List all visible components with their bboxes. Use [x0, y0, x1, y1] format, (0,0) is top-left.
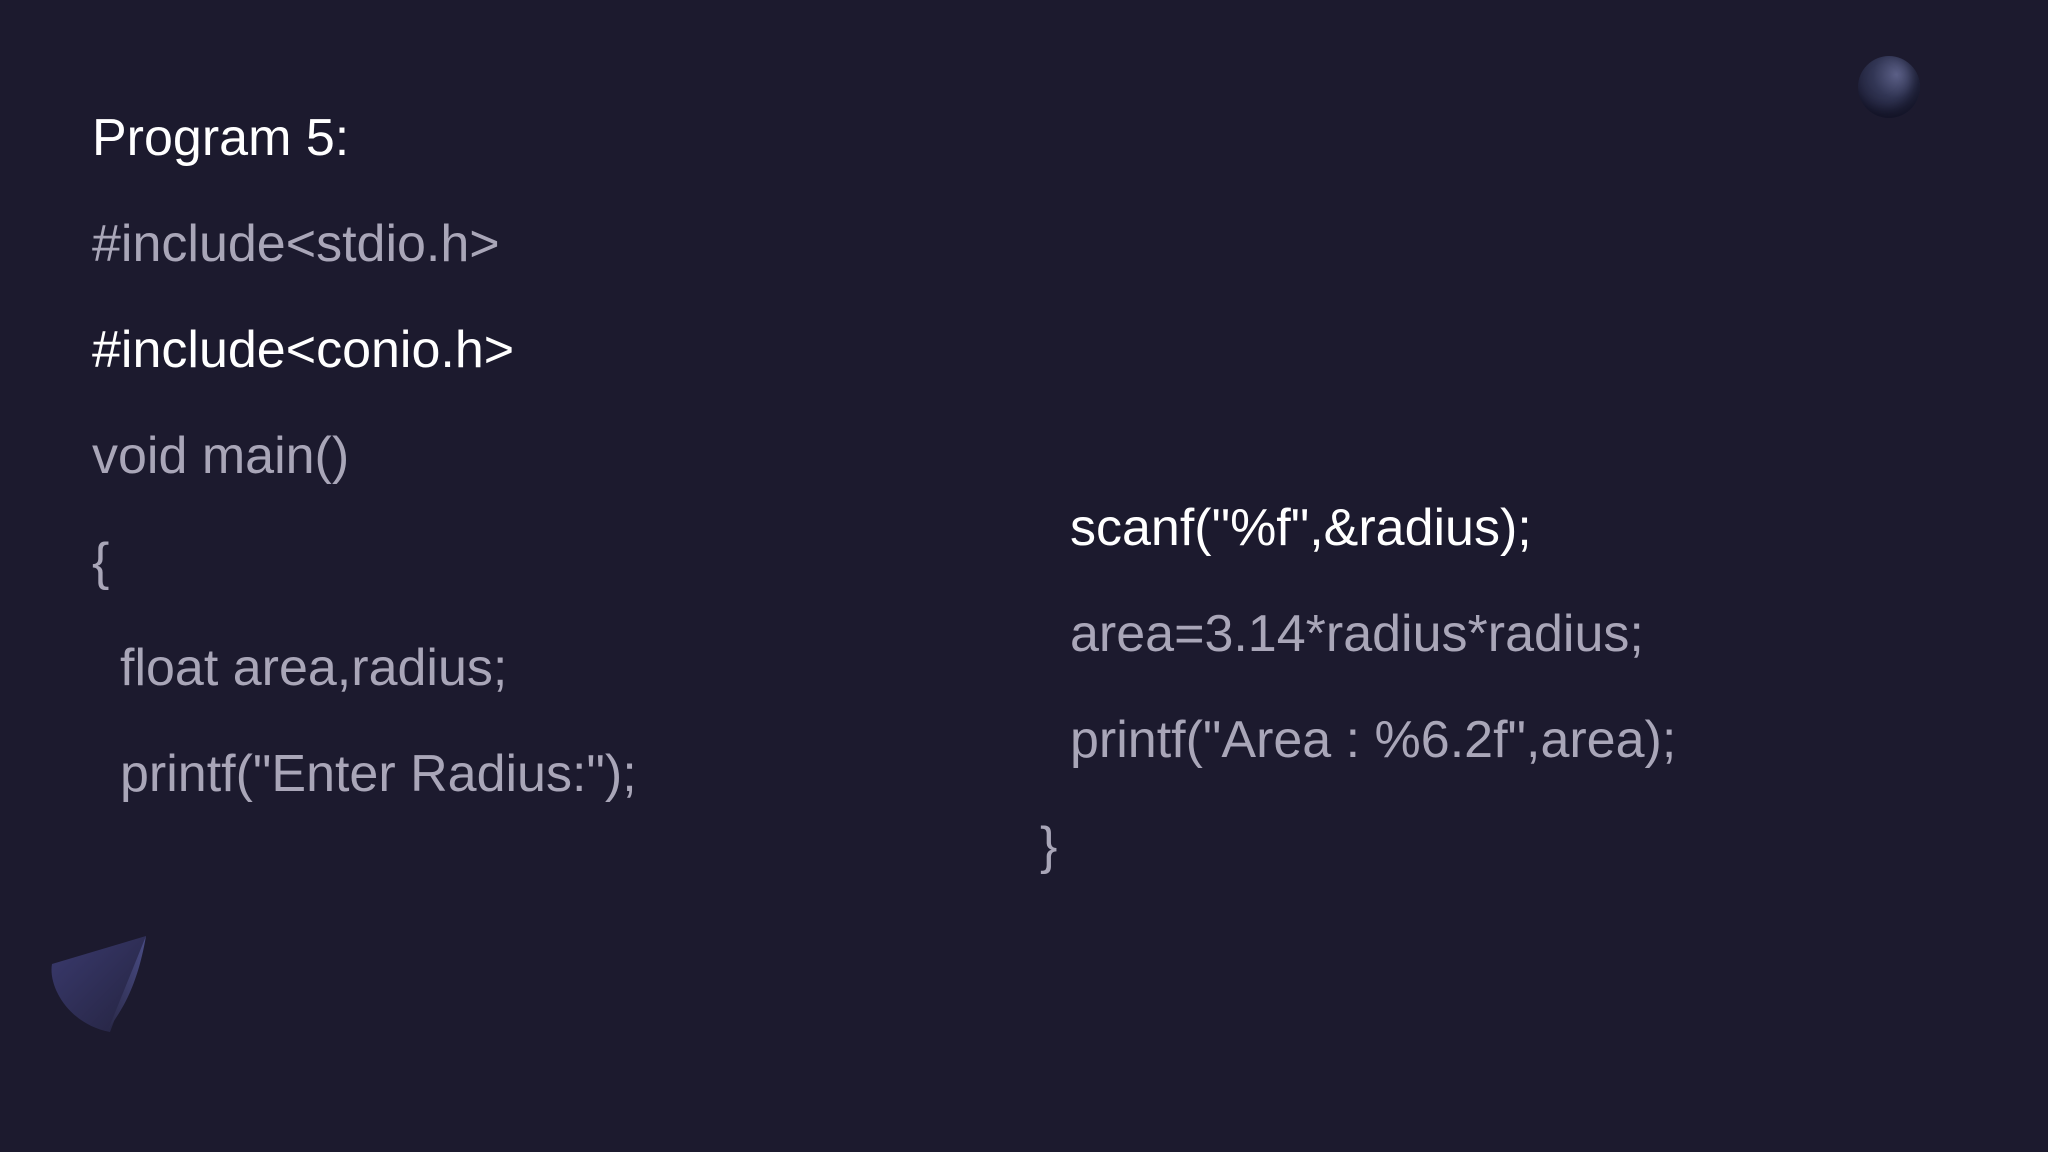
program-title: Program 5: [92, 109, 350, 167]
code-line-scanf: scanf("%f",&radius); [1070, 499, 1532, 557]
code-line-printf-area: printf("Area : %6.2f",area); [1070, 711, 1677, 769]
code-line-declare: float area,radius; [120, 639, 508, 697]
code-line-include-stdio: #include<stdio.h> [92, 215, 500, 273]
cone-icon [51, 936, 146, 1032]
sphere-icon [1858, 56, 1920, 118]
code-line-include-conio: #include<conio.h> [92, 321, 515, 379]
code-line-main: void main() [92, 427, 350, 485]
slide: Program 5: #include<stdio.h> #include<co… [0, 0, 2048, 1152]
code-line-area-calc: area=3.14*radius*radius; [1070, 605, 1644, 663]
code-line-printf-enter: printf("Enter Radius:"); [120, 745, 637, 803]
code-line-open-brace: { [92, 533, 110, 591]
code-line-close-brace: } [1040, 817, 1058, 875]
